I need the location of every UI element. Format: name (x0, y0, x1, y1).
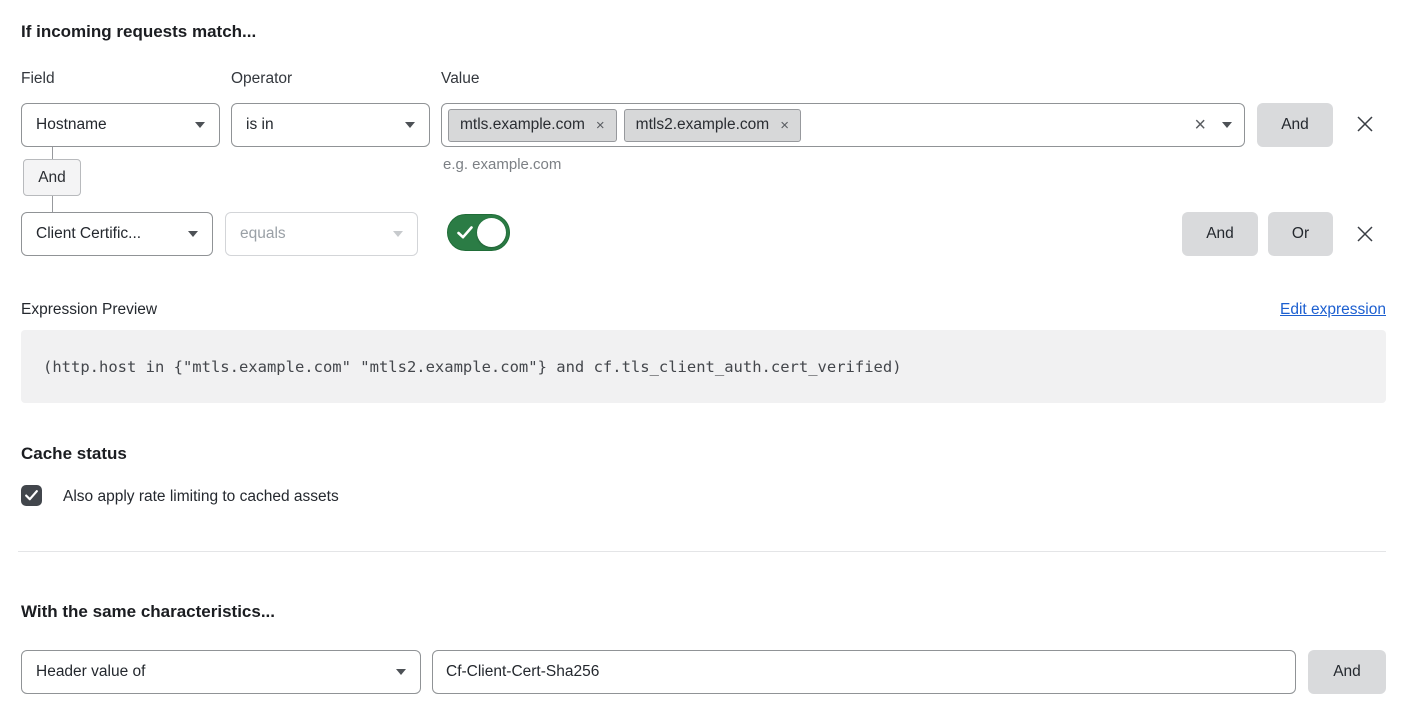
field-column-label: Field (21, 69, 55, 88)
value-tag: mtls2.example.com × (624, 109, 801, 142)
check-icon (457, 226, 473, 239)
edit-expression-link[interactable]: Edit expression (1280, 300, 1386, 319)
chevron-down-icon[interactable] (1222, 122, 1232, 128)
field-select-row1[interactable]: Hostname (21, 103, 220, 147)
close-icon (1353, 112, 1377, 136)
operator-select-row1-value: is in (246, 116, 274, 134)
operator-select-row1[interactable]: is in (231, 103, 430, 147)
cache-status-title: Cache status (21, 443, 127, 465)
chevron-down-icon (393, 231, 403, 237)
and-condition-button-row1[interactable]: And (1257, 103, 1333, 147)
field-select-row2[interactable]: Client Certific... (21, 212, 213, 256)
check-icon (25, 490, 38, 501)
condition-connector-and[interactable]: And (23, 159, 81, 196)
or-condition-button-row2[interactable]: Or (1268, 212, 1333, 256)
close-icon (1353, 222, 1377, 246)
remove-condition-row1[interactable] (1352, 111, 1378, 137)
chevron-down-icon (195, 122, 205, 128)
value-multiselect-row1[interactable]: mtls.example.com × mtls2.example.com × × (441, 103, 1245, 147)
remove-condition-row2[interactable] (1352, 221, 1378, 247)
remove-tag-icon[interactable]: × (780, 118, 789, 133)
certificate-verified-toggle[interactable] (447, 214, 510, 251)
remove-tag-icon[interactable]: × (596, 118, 605, 133)
chevron-down-icon (396, 669, 406, 675)
field-select-row1-value: Hostname (36, 116, 107, 134)
toggle-knob (477, 218, 506, 247)
connector-line (52, 196, 53, 212)
cached-assets-checkbox[interactable] (21, 485, 42, 506)
value-tag-label: mtls.example.com (460, 116, 585, 134)
operator-column-label: Operator (231, 69, 292, 88)
and-characteristic-button[interactable]: And (1308, 650, 1386, 694)
field-select-row2-value: Client Certific... (36, 225, 141, 243)
cached-assets-checkbox-label[interactable]: Also apply rate limiting to cached asset… (63, 487, 339, 506)
characteristic-select-value: Header value of (36, 663, 145, 681)
operator-select-row2: equals (225, 212, 418, 256)
chevron-down-icon (188, 231, 198, 237)
rate-limiting-rule-builder: If incoming requests match... Field Oper… (0, 0, 1420, 720)
value-tag: mtls.example.com × (448, 109, 617, 142)
chevron-down-icon (405, 122, 415, 128)
value-column-label: Value (441, 69, 480, 88)
characteristics-title: With the same characteristics... (21, 601, 275, 623)
value-helper-text: e.g. example.com (443, 156, 561, 174)
characteristic-select[interactable]: Header value of (21, 650, 421, 694)
header-name-input[interactable] (432, 650, 1296, 694)
and-condition-button-row2[interactable]: And (1182, 212, 1258, 256)
match-section-title: If incoming requests match... (21, 21, 256, 43)
clear-values-icon[interactable]: × (1194, 115, 1206, 135)
expression-code: (http.host in {"mtls.example.com" "mtls2… (21, 330, 1386, 403)
expression-preview-label: Expression Preview (21, 300, 157, 319)
value-tag-label: mtls2.example.com (636, 116, 770, 134)
operator-select-row2-placeholder: equals (240, 225, 286, 243)
connector-line (52, 147, 53, 159)
section-divider (18, 551, 1386, 552)
value-tag-list: mtls.example.com × mtls2.example.com × (448, 109, 1194, 142)
